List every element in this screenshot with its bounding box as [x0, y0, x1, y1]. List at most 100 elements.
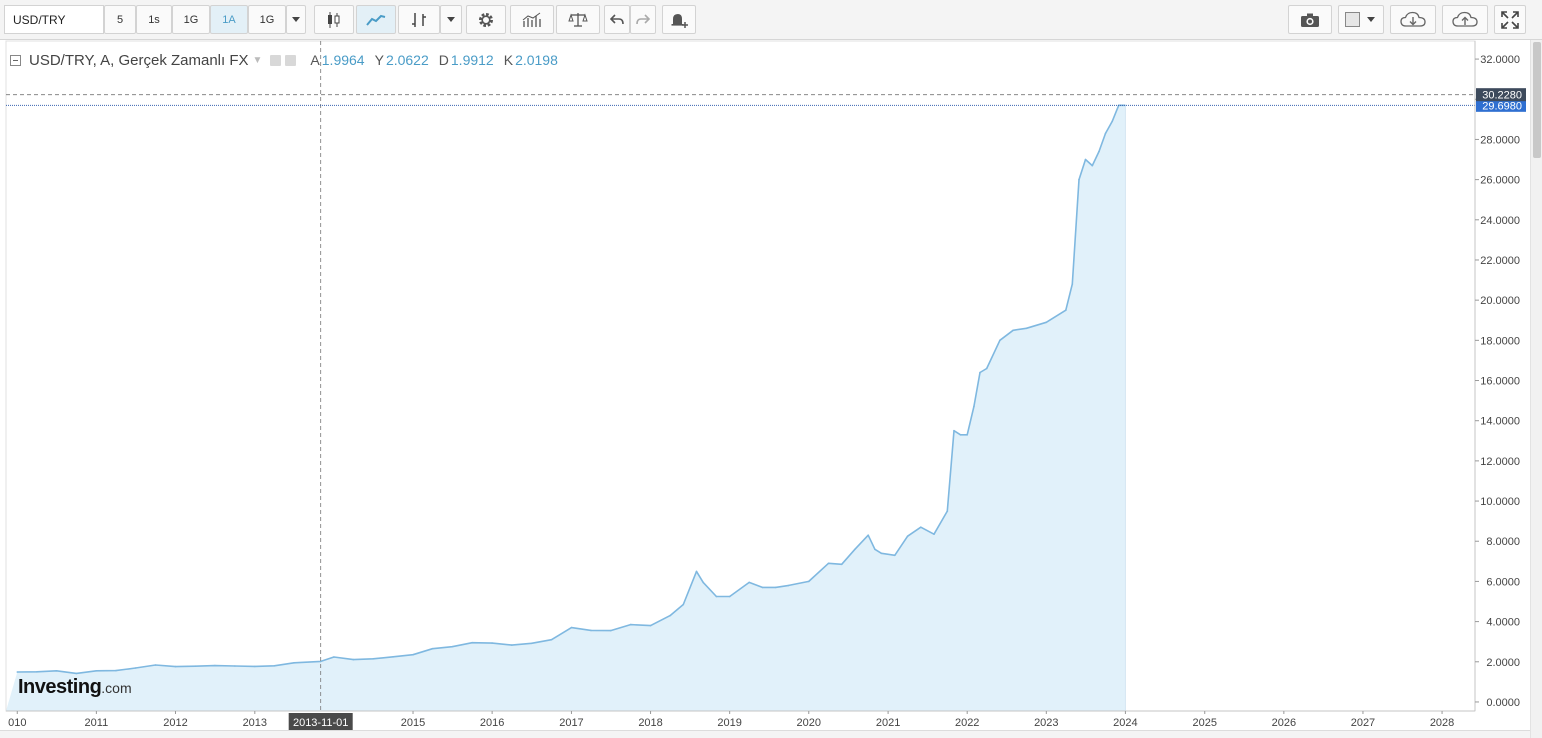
- price-axis-label: 10.0000: [1480, 496, 1520, 508]
- fullscreen-button[interactable]: [1494, 5, 1526, 34]
- data-point: [609, 629, 612, 632]
- time-axis-label: 2022: [955, 717, 979, 729]
- load-chart-button[interactable]: [1390, 5, 1436, 34]
- time-axis-label: 2017: [559, 717, 583, 729]
- redo-button[interactable]: [630, 5, 656, 34]
- open-key: A: [310, 52, 320, 68]
- data-point: [16, 671, 19, 673]
- data-point: [115, 669, 117, 672]
- area-chart-button[interactable]: [356, 5, 396, 34]
- interval-button-1g-day[interactable]: 1G: [172, 5, 210, 34]
- data-point: [920, 526, 922, 528]
- bell-plus-icon: [671, 13, 688, 28]
- layout-square-icon: [1345, 12, 1360, 27]
- price-axis-label: 16.0000: [1480, 376, 1520, 388]
- data-point: [761, 586, 764, 589]
- undo-icon: [610, 13, 624, 24]
- gear-icon[interactable]: [285, 54, 297, 66]
- eye-icon[interactable]: [270, 54, 282, 66]
- close-key: K: [503, 52, 514, 68]
- save-chart-button[interactable]: [1442, 5, 1488, 34]
- data-point: [999, 339, 1001, 342]
- data-point: [985, 367, 988, 370]
- price-axis-label: 6.0000: [1486, 576, 1520, 588]
- layout-button[interactable]: [1338, 5, 1384, 34]
- data-point: [1071, 283, 1074, 285]
- time-axis-label: 2013: [243, 717, 267, 729]
- chevron-down-icon[interactable]: ▼: [253, 55, 263, 66]
- data-point: [808, 580, 810, 583]
- collapse-legend-icon[interactable]: [10, 54, 21, 66]
- close-value: 2.0198: [515, 52, 558, 68]
- bar-chart-button[interactable]: [398, 5, 440, 34]
- time-axis-label: 2020: [797, 717, 821, 729]
- data-point: [471, 641, 474, 644]
- candlestick-chart-button[interactable]: [314, 5, 354, 34]
- interval-button-1g[interactable]: 1G: [248, 5, 286, 34]
- expand-icon: [1501, 10, 1519, 29]
- data-point: [854, 548, 856, 551]
- area-chart-icon: [366, 14, 386, 26]
- time-axis-label: 2015: [401, 717, 425, 729]
- interval-button-5[interactable]: 5: [104, 5, 136, 34]
- legend-title[interactable]: USD/TRY, A, Gerçek Zamanlı FX: [29, 52, 249, 69]
- interval-button-1s[interactable]: 1s: [136, 5, 172, 34]
- vertical-scrollbar[interactable]: [1530, 40, 1542, 738]
- data-point: [273, 665, 276, 667]
- camera-icon: [1301, 13, 1319, 27]
- price-axis-label: 24.0000: [1480, 215, 1520, 227]
- interval-button-1a[interactable]: 1A: [210, 5, 248, 34]
- data-point: [669, 614, 671, 617]
- data-point: [254, 665, 256, 668]
- price-axis-label: 4.0000: [1486, 617, 1520, 629]
- data-point: [392, 656, 394, 658]
- data-point: [1045, 321, 1048, 324]
- investing-logo: Investing.com: [18, 676, 132, 699]
- cloud-download-icon: [1400, 11, 1426, 27]
- time-axis-label: 2026: [1272, 717, 1296, 729]
- data-point: [412, 653, 414, 656]
- data-point: [1065, 309, 1067, 312]
- data-point: [959, 434, 962, 436]
- price-chart[interactable]: 0.0000 2.0000 4.0000 6.0000 8.0000 10.0000 12.…: [0, 40, 1530, 738]
- high-value: 2.0622: [385, 52, 429, 68]
- chevron-down-icon: [292, 17, 300, 22]
- scrollbar-thumb[interactable]: [1533, 42, 1541, 158]
- time-axis-label: 2018: [638, 717, 662, 729]
- data-point: [1078, 178, 1080, 181]
- time-axis-label: 2011: [85, 717, 109, 729]
- data-point: [1091, 164, 1094, 167]
- screenshot-button[interactable]: [1288, 5, 1332, 34]
- price-axis-label: 8.0000: [1486, 536, 1520, 548]
- high-key: Y: [374, 52, 384, 68]
- chart-type-dropdown[interactable]: [440, 5, 462, 34]
- data-point: [431, 647, 434, 650]
- alert-button[interactable]: [662, 5, 696, 34]
- series-legend: USD/TRY, A, Gerçek Zamanlı FX ▼ A 1.9964…: [10, 51, 558, 69]
- open-value: 1.9964: [321, 52, 365, 68]
- data-point: [194, 665, 196, 667]
- data-point: [748, 581, 750, 584]
- indicators-button[interactable]: [510, 5, 554, 34]
- settings-button[interactable]: [466, 5, 506, 34]
- data-point: [214, 664, 216, 667]
- data-point: [234, 665, 236, 667]
- data-point: [95, 670, 98, 672]
- data-point: [966, 434, 968, 436]
- data-point: [1084, 158, 1087, 161]
- data-point: [511, 644, 513, 646]
- price-axis-label: 22.0000: [1480, 255, 1520, 267]
- compare-button[interactable]: [556, 5, 600, 34]
- interval-dropdown[interactable]: [286, 5, 306, 34]
- price-axis-label: 26.0000: [1480, 175, 1520, 187]
- data-point: [880, 552, 883, 555]
- data-point: [840, 563, 843, 566]
- data-point: [550, 638, 553, 641]
- current-price-tag: 29.6980: [1482, 100, 1522, 112]
- data-point: [649, 624, 652, 627]
- data-point: [827, 562, 830, 565]
- undo-button[interactable]: [604, 5, 630, 34]
- symbol-input[interactable]: [4, 5, 104, 34]
- price-axis-label: 18.0000: [1480, 335, 1520, 347]
- data-point: [1104, 132, 1107, 135]
